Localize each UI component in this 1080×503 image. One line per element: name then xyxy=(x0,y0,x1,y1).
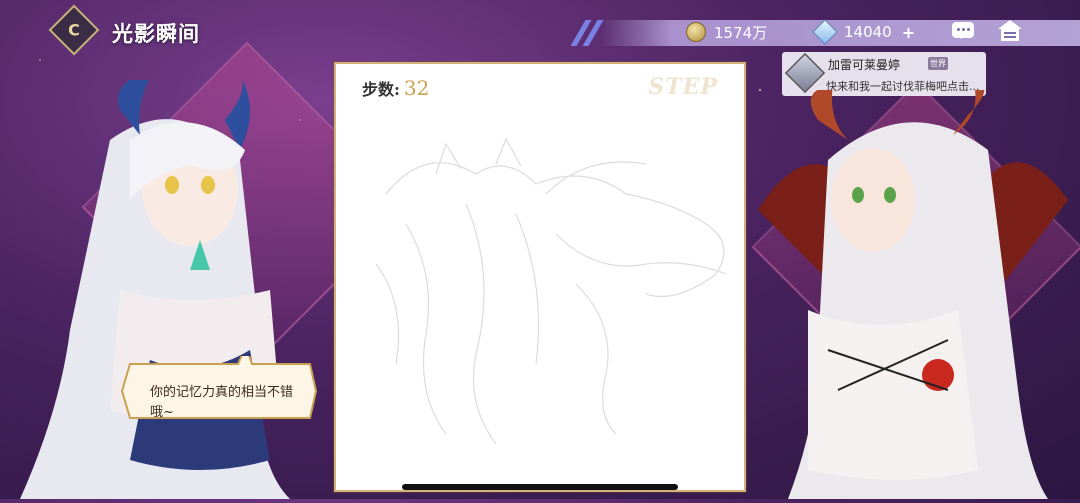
memory-puzzle-panel[interactable]: 步数: 32 STEP xyxy=(334,62,746,492)
home-icon[interactable] xyxy=(998,20,1022,42)
faded-sketch-image[interactable] xyxy=(346,134,742,454)
left-character-illustration xyxy=(0,70,330,499)
chat-icon[interactable] xyxy=(952,22,974,39)
dialogue-text: 你的记忆力真的相当不错哦~ xyxy=(150,385,294,420)
channel-badge: 世界 xyxy=(928,57,948,70)
back-button[interactable]: C xyxy=(48,4,100,56)
gem-icon xyxy=(812,19,838,45)
right-character-illustration xyxy=(748,80,1080,500)
sender-name: 加雷可莱曼婷 xyxy=(828,58,901,72)
steps-label: 步数: xyxy=(362,80,400,99)
gold-value: 1574万 xyxy=(714,23,768,42)
gold-counter: 1574万 xyxy=(686,20,767,44)
coin-icon xyxy=(686,22,706,42)
steps-value: 32 xyxy=(403,76,430,100)
resource-bar-stripes xyxy=(570,20,612,46)
back-glyph: C xyxy=(68,20,80,40)
sender-avatar xyxy=(784,52,826,94)
gem-value: 14040 xyxy=(844,23,892,41)
page-title: 光影瞬间 xyxy=(112,21,200,46)
steps-counter: 步数: 32 xyxy=(362,76,429,100)
gem-counter: 14040 + xyxy=(812,19,915,45)
step-watermark: STEP xyxy=(648,74,718,100)
home-indicator[interactable] xyxy=(402,484,678,490)
add-gems-button[interactable]: + xyxy=(902,23,915,42)
